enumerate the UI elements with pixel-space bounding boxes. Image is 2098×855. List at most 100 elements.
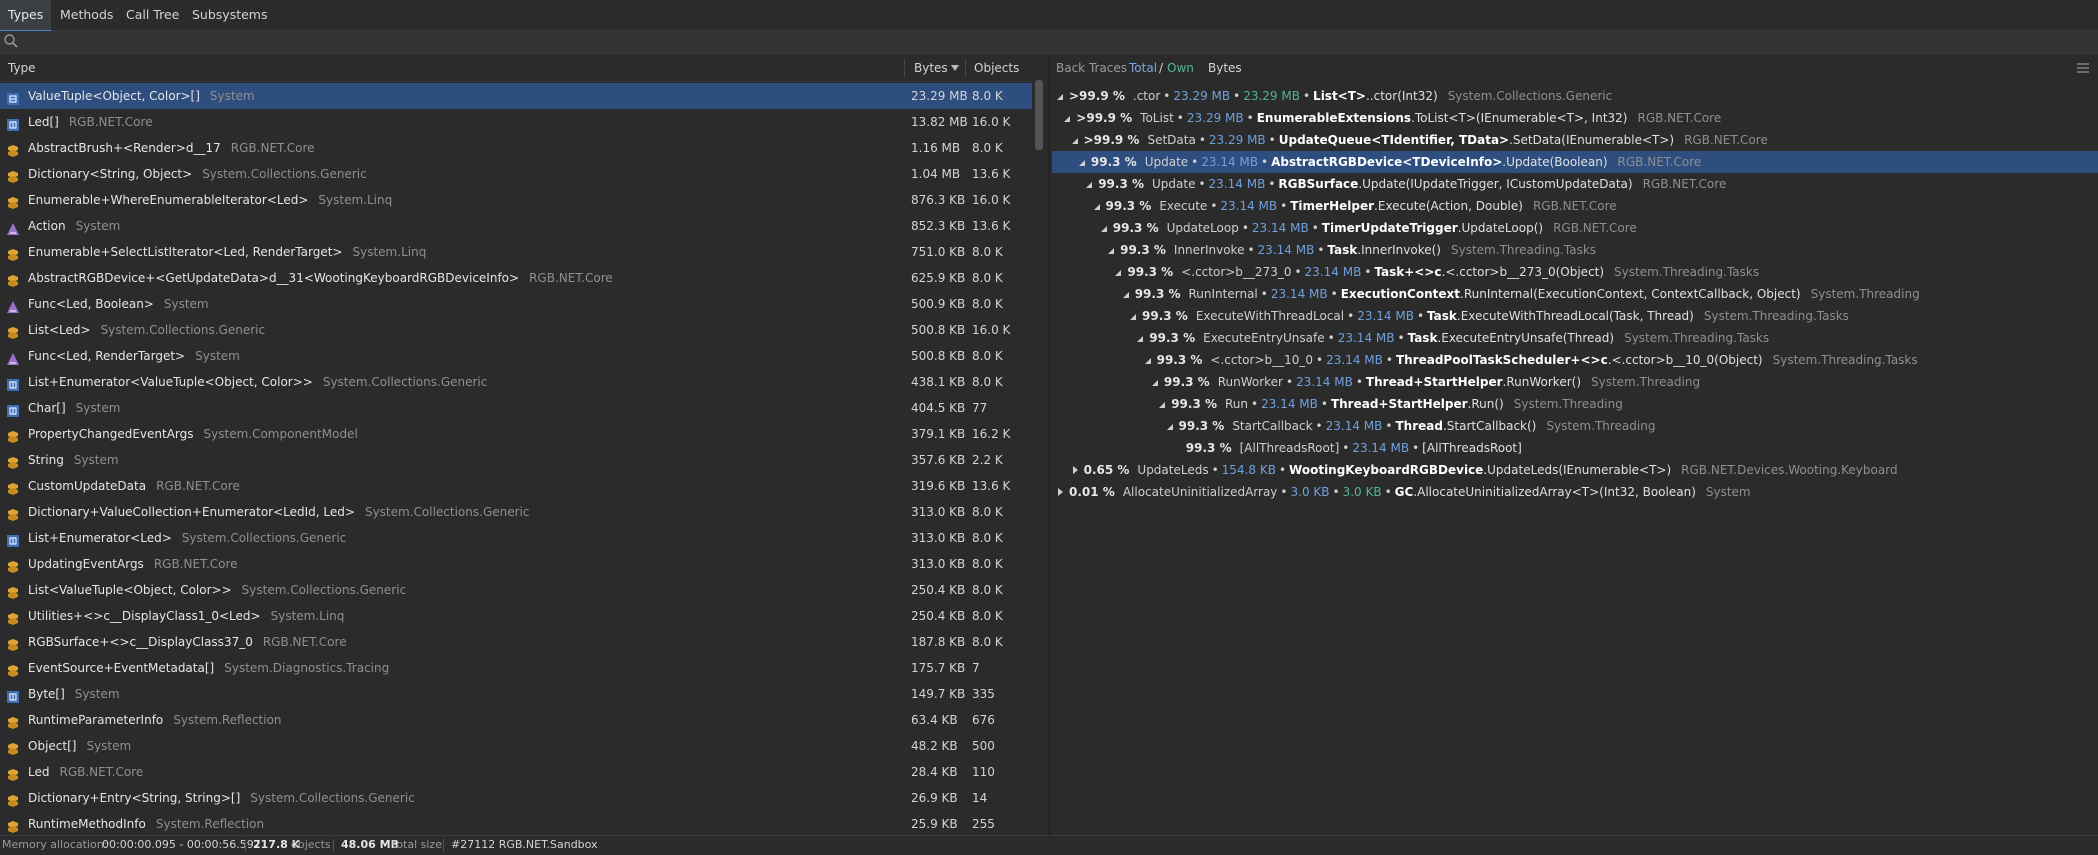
- type-bytes: 876.3 KB: [911, 193, 966, 207]
- type-row[interactable]: RGBSurface+<>c__DisplayClass37_0 RGB.NET.…: [0, 629, 1032, 655]
- node-method: .Execute(Action, Double): [1374, 199, 1523, 213]
- separator-dot: •: [1316, 353, 1324, 367]
- expanded-arrow-icon[interactable]: [1107, 247, 1115, 255]
- vertical-scrollbar[interactable]: [1035, 80, 1043, 150]
- type-row[interactable]: Action System 852.3 KB 13.6 K: [0, 213, 1032, 239]
- type-row[interactable]: PropertyChangedEventArgs System.Component…: [0, 421, 1032, 447]
- expanded-arrow-icon[interactable]: [1151, 379, 1159, 387]
- collapsed-arrow-icon[interactable]: [1071, 466, 1079, 474]
- backtrace-node[interactable]: 99.3 % Execute • 23.14 MB • TimerHelper.Execu…: [1052, 195, 2098, 217]
- tab-methods[interactable]: Methods: [52, 0, 121, 30]
- backtrace-node[interactable]: >99.9 % ToList • 23.29 MB • EnumerableExtensi…: [1052, 107, 2098, 129]
- backtrace-node[interactable]: 99.3 % RunWorker • 23.14 MB • Thread+StartHel…: [1052, 371, 2098, 393]
- memory-allocation-range[interactable]: 00:00:00.095 - 00:00:56.597: [102, 836, 261, 854]
- column-type[interactable]: Type: [8, 55, 36, 81]
- expanded-arrow-icon[interactable]: [1166, 423, 1174, 431]
- backtrace-node[interactable]: 99.3 % ExecuteWithThreadLocal • 23.14 MB • Ta…: [1052, 305, 2098, 327]
- type-row[interactable]: CustomUpdateData RGB.NET.Core 319.6 KB 13.6…: [0, 473, 1032, 499]
- type-row[interactable]: Dictionary+ValueCollection+Enumerator<Le…: [0, 499, 1032, 525]
- delegate-icon: [6, 349, 20, 365]
- backtrace-node[interactable]: 0.65 % UpdateLeds • 154.8 KB • WootingKeyboar…: [1052, 459, 2098, 481]
- options-menu-icon[interactable]: [2076, 61, 2090, 75]
- backtrace-node[interactable]: 99.3 % StartCallback • 23.14 MB • Thread.Star…: [1052, 415, 2098, 437]
- type-row[interactable]: Char[] System 404.5 KB 77: [0, 395, 1032, 421]
- type-name-text: Func<Led, Boolean>: [28, 297, 154, 311]
- expanded-arrow-icon[interactable]: [1093, 203, 1101, 211]
- tab-subsystems[interactable]: Subsystems: [184, 0, 276, 30]
- backtrace-node[interactable]: 99.3 % InnerInvoke • 23.14 MB • Task.InnerInv…: [1052, 239, 2098, 261]
- type-row[interactable]: Byte[] System 149.7 KB 335: [0, 681, 1032, 707]
- expanded-arrow-icon[interactable]: [1100, 225, 1108, 233]
- type-row[interactable]: Led RGB.NET.Core 28.4 KB 110: [0, 759, 1032, 785]
- backtrace-node[interactable]: 99.3 % <.cctor>b__273_0 • 23.14 MB • Task+<>c…: [1052, 261, 2098, 283]
- type-row[interactable]: Utilities+<>c__DisplayClass1_0<Led> Syste…: [0, 603, 1032, 629]
- backtrace-node[interactable]: 99.3 % RunInternal • 23.14 MB • ExecutionCont…: [1052, 283, 2098, 305]
- panel-splitter[interactable]: [1048, 55, 1051, 835]
- type-row[interactable]: List<Led> System.Collections.Generic 500.8…: [0, 317, 1032, 343]
- type-row[interactable]: Enumerable+WhereEnumerableIterator<Led> S…: [0, 187, 1032, 213]
- backtrace-node[interactable]: 99.3 % Update • 23.14 MB • AbstractRGBDevice<…: [1052, 151, 2098, 173]
- expanded-arrow-icon[interactable]: [1136, 335, 1144, 343]
- type-objects: 13.6 K: [972, 219, 1011, 233]
- search-input[interactable]: [22, 33, 1526, 51]
- backtrace-node[interactable]: 99.3 % Run • 23.14 MB • Thread+StartHelper.Ru…: [1052, 393, 2098, 415]
- backtrace-node[interactable]: 0.01 % AllocateUninitializedArray • 3.0 KB •…: [1052, 481, 2098, 503]
- type-bytes: 404.5 KB: [911, 401, 966, 415]
- type-bytes: 500.9 KB: [911, 297, 966, 311]
- backtrace-node[interactable]: >99.9 % .ctor • 23.29 MB • 23.29 MB • List<T>..…: [1052, 85, 2098, 107]
- type-row[interactable]: List+Enumerator<Led> System.Collections.G…: [0, 525, 1032, 551]
- node-function: <.cctor>b__10_0: [1210, 353, 1314, 367]
- column-separator[interactable]: [904, 59, 905, 77]
- node-method: [AllThreadsRoot]: [1422, 441, 1522, 455]
- backtrace-node[interactable]: 99.3 % <.cctor>b__10_0 • 23.14 MB • ThreadPoo…: [1052, 349, 2098, 371]
- expanded-arrow-icon[interactable]: [1085, 181, 1093, 189]
- expanded-arrow-icon[interactable]: [1129, 313, 1137, 321]
- expanded-arrow-icon[interactable]: [1144, 357, 1152, 365]
- type-row[interactable]: Object[] System 48.2 KB 500: [0, 733, 1032, 759]
- type-name: AbstractBrush+<Render>d__17 RGB.NET.Core: [28, 135, 315, 161]
- type-row[interactable]: AbstractRGBDevice+<GetUpdateData>d__31<W…: [0, 265, 1032, 291]
- expanded-arrow-icon[interactable]: [1122, 291, 1130, 299]
- own-toggle[interactable]: Own: [1167, 55, 1194, 81]
- expanded-arrow-icon[interactable]: [1158, 401, 1166, 409]
- type-row[interactable]: Dictionary+Entry<String, String>[] System…: [0, 785, 1032, 811]
- separator-dot: •: [1302, 89, 1311, 103]
- type-row[interactable]: Func<Led, Boolean> System 500.9 KB 8.0 K: [0, 291, 1032, 317]
- node-total: 23.14 MB: [1261, 397, 1318, 411]
- process-name[interactable]: #27112 RGB.NET.Sandbox: [451, 836, 598, 854]
- backtrace-node[interactable]: >99.9 % SetData • 23.29 MB • UpdateQueue<TIde…: [1052, 129, 2098, 151]
- expanded-arrow-icon[interactable]: [1056, 93, 1064, 101]
- backtrace-node[interactable]: 99.3 % Update • 23.14 MB • RGBSurface.Update(…: [1052, 173, 2098, 195]
- type-row[interactable]: EventSource+EventMetadata[] System.Diagno…: [0, 655, 1032, 681]
- type-row[interactable]: Func<Led, RenderTarget> System 500.8 KB 8.0…: [0, 343, 1032, 369]
- separator-dot: •: [1210, 199, 1218, 213]
- type-row[interactable]: Dictionary<String, Object> System.Collect…: [0, 161, 1032, 187]
- node-namespace: RGB.NET.Core: [1637, 111, 1722, 125]
- type-row[interactable]: Enumerable+SelectListIterator<Led, Rende…: [0, 239, 1032, 265]
- type-row[interactable]: String System 357.6 KB 2.2 K: [0, 447, 1032, 473]
- type-row[interactable]: List<ValueTuple<Object, Color>> System.Co…: [0, 577, 1032, 603]
- total-toggle[interactable]: Total: [1129, 55, 1157, 81]
- backtrace-node[interactable]: 99.3 % [AllThreadsRoot] • 23.14 MB • [AllThre…: [1052, 437, 2098, 459]
- collapsed-arrow-icon[interactable]: [1056, 488, 1064, 496]
- type-row[interactable]: RuntimeMethodInfo System.Reflection 25.9 K…: [0, 811, 1032, 835]
- backtrace-node[interactable]: 99.3 % UpdateLoop • 23.14 MB • TimerUpdateTri…: [1052, 217, 2098, 239]
- tab-types[interactable]: Types: [0, 0, 52, 32]
- type-row[interactable]: List+Enumerator<ValueTuple<Object, Color…: [0, 369, 1032, 395]
- bytes-toggle[interactable]: Bytes: [1208, 55, 1242, 81]
- column-separator[interactable]: [965, 59, 966, 77]
- expanded-arrow-icon[interactable]: [1063, 115, 1071, 123]
- expanded-arrow-icon[interactable]: [1071, 137, 1079, 145]
- tab-call-tree[interactable]: Call Tree: [118, 0, 187, 30]
- type-row[interactable]: RuntimeParameterInfo System.Reflection 63.…: [0, 707, 1032, 733]
- type-row[interactable]: UpdatingEventArgs RGB.NET.Core 313.0 KB 8.0…: [0, 551, 1032, 577]
- type-row[interactable]: Led[] RGB.NET.Core 13.82 MB 16.0 K: [0, 109, 1032, 135]
- type-namespace: RGB.NET.Core: [156, 479, 240, 493]
- column-bytes[interactable]: Bytes: [914, 55, 948, 81]
- expanded-arrow-icon[interactable]: [1078, 159, 1086, 167]
- column-objects[interactable]: Objects: [974, 55, 1019, 81]
- expanded-arrow-icon[interactable]: [1114, 269, 1122, 277]
- type-row[interactable]: ValueTuple<Object, Color>[] System 23.29 M…: [0, 83, 1032, 109]
- backtrace-node[interactable]: 99.3 % ExecuteEntryUnsafe • 23.14 MB • Task.E…: [1052, 327, 2098, 349]
- type-row[interactable]: AbstractBrush+<Render>d__17 RGB.NET.Core 1…: [0, 135, 1032, 161]
